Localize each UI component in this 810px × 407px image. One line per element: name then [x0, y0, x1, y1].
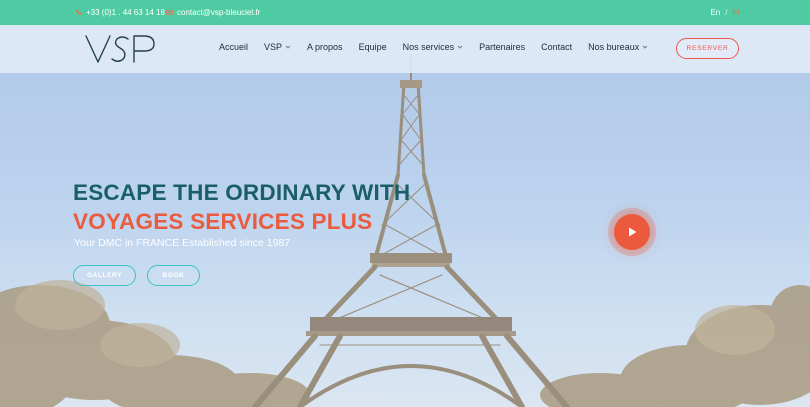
lang-fr-link[interactable]: Fr	[732, 8, 740, 17]
hero-headline-line2: VOYAGES SERVICES PLUS	[73, 209, 373, 234]
nav-label: Accueil	[219, 42, 249, 52]
nav-label: Partenaires	[479, 42, 526, 52]
vsp-logo[interactable]	[84, 33, 158, 65]
play-icon	[629, 227, 637, 237]
lang-en-link[interactable]: En	[710, 8, 720, 17]
phone-contact[interactable]: +33 (0)1 . 44 63 14 18	[75, 8, 165, 17]
nav-item-a-propos[interactable]: A propos	[307, 42, 343, 52]
nav-item-nos-bureaux[interactable]: Nos bureaux	[588, 42, 648, 52]
hero-headline-line1: ESCAPE THE ORDINARY WITH	[73, 180, 411, 205]
nav-item-vsp[interactable]: VSP	[264, 42, 291, 52]
nav-label: Equipe	[358, 42, 387, 52]
lang-separator: /	[725, 8, 728, 17]
main-nav: Accueil VSP A propos Equipe Nos services…	[219, 42, 664, 52]
nav-item-nos-services[interactable]: Nos services	[403, 42, 464, 52]
email-icon	[166, 10, 173, 15]
nav-label: Contact	[541, 42, 573, 52]
nav-label: Nos bureaux	[588, 42, 640, 52]
email-contact[interactable]: contact@vsp-bleuciel.fr	[166, 8, 260, 17]
language-switcher: En / Fr	[710, 8, 740, 17]
nav-item-equipe[interactable]: Equipe	[359, 42, 387, 52]
hero-tagline: Your DMC in FRANCE Established since 198…	[74, 237, 291, 249]
chevron-down-icon	[457, 45, 463, 49]
play-video-button[interactable]	[614, 214, 650, 250]
email-address: contact@vsp-bleuciel.fr	[177, 8, 261, 17]
site-header: Accueil VSP A propos Equipe Nos services…	[0, 25, 810, 73]
nav-label: VSP	[264, 42, 283, 52]
chevron-down-icon	[285, 45, 291, 49]
chevron-down-icon	[642, 45, 648, 49]
nav-label: A propos	[307, 42, 343, 52]
book-button[interactable]: BOOK	[147, 265, 200, 286]
reserve-button[interactable]: RESERVER	[676, 38, 739, 59]
gallery-button[interactable]: GALLERY	[73, 265, 136, 286]
nav-item-contact[interactable]: Contact	[541, 42, 572, 52]
nav-item-accueil[interactable]: Accueil	[219, 42, 248, 52]
phone-number: +33 (0)1 . 44 63 14 18	[86, 8, 165, 17]
nav-label: Nos services	[402, 42, 455, 52]
nav-item-partenaires[interactable]: Partenaires	[479, 42, 525, 52]
phone-icon	[75, 9, 82, 15]
top-info-bar: +33 (0)1 . 44 63 14 18 contact@vsp-bleuc…	[0, 0, 810, 25]
